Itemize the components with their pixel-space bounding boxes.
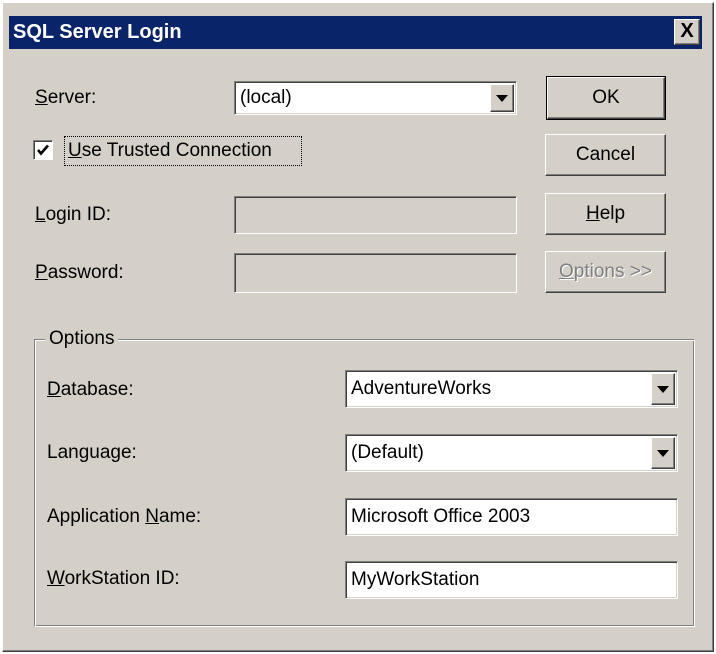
- close-button[interactable]: X: [674, 19, 700, 45]
- help-button[interactable]: Help: [545, 193, 666, 235]
- options-group-legend: Options: [45, 328, 119, 350]
- application-name-label: Application Name:: [47, 506, 202, 527]
- trusted-connection-checkbox[interactable]: [33, 140, 53, 160]
- server-dropdown-button[interactable]: [490, 84, 514, 112]
- password-label: Password:: [35, 262, 124, 283]
- database-dropdown-button[interactable]: [651, 373, 675, 405]
- password-input[interactable]: [234, 253, 517, 293]
- login-id-input[interactable]: [234, 196, 517, 234]
- application-name-value: Microsoft Office 2003: [351, 506, 531, 527]
- checkmark-icon: [37, 144, 49, 156]
- language-combobox[interactable]: (Default): [345, 434, 678, 472]
- language-label: Language:: [47, 442, 137, 463]
- chevron-down-icon: [496, 94, 508, 102]
- server-value: (local): [240, 87, 292, 108]
- database-value: AdventureWorks: [351, 378, 492, 399]
- workstation-id-label: WorkStation ID:: [47, 568, 180, 589]
- server-label: Server:: [35, 87, 97, 108]
- trusted-connection-label[interactable]: Use Trusted Connection: [68, 139, 272, 163]
- options-toggle-button[interactable]: Options >>: [545, 251, 666, 293]
- application-name-input[interactable]: Microsoft Office 2003: [345, 498, 678, 536]
- database-label: Database:: [47, 379, 134, 400]
- login-id-label: Login ID:: [35, 204, 112, 225]
- workstation-id-input[interactable]: MyWorkStation: [345, 561, 678, 599]
- chevron-down-icon: [657, 385, 669, 393]
- language-dropdown-button[interactable]: [651, 437, 675, 469]
- workstation-id-value: MyWorkStation: [351, 569, 480, 590]
- chevron-down-icon: [657, 449, 669, 457]
- server-combobox[interactable]: (local): [234, 81, 517, 115]
- ok-button[interactable]: OK: [546, 76, 666, 120]
- cancel-button[interactable]: Cancel: [545, 134, 666, 176]
- title-bar: SQL Server Login X: [9, 16, 702, 49]
- close-icon: X: [680, 20, 694, 42]
- dialog-title: SQL Server Login: [13, 21, 182, 43]
- language-value: (Default): [351, 442, 424, 463]
- database-combobox[interactable]: AdventureWorks: [345, 370, 678, 408]
